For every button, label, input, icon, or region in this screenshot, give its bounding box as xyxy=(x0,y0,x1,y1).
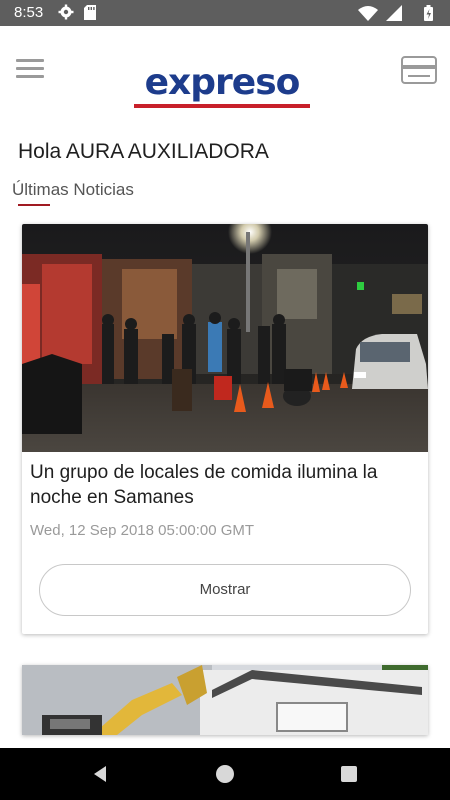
news-image[interactable] xyxy=(22,224,428,452)
show-button[interactable]: Mostrar xyxy=(39,564,411,616)
status-time: 8:53 xyxy=(14,4,44,21)
signal-icon xyxy=(386,5,402,21)
menu-icon[interactable] xyxy=(16,59,44,79)
wifi-icon xyxy=(358,6,378,21)
navigation-bar xyxy=(0,748,450,800)
battery-icon xyxy=(424,5,433,21)
logo-underline xyxy=(134,104,310,108)
news-image[interactable] xyxy=(22,665,428,735)
section-title-underline xyxy=(18,204,50,206)
app-header: expreso xyxy=(0,26,450,122)
gear-icon xyxy=(58,4,74,20)
status-system-icons xyxy=(358,5,433,21)
news-card[interactable]: Un grupo de locales de comida ilumina la… xyxy=(22,224,428,634)
news-card[interactable] xyxy=(22,665,428,735)
expreso-logo: expreso xyxy=(132,62,312,110)
section-title: Últimas Noticias xyxy=(12,180,134,199)
back-icon[interactable] xyxy=(90,764,110,784)
recents-icon[interactable] xyxy=(341,766,357,782)
status-bar: 8:53 xyxy=(0,0,450,26)
news-title[interactable]: Un grupo de locales de comida ilumina la… xyxy=(30,460,420,510)
sd-card-icon xyxy=(84,5,96,20)
greeting: Hola AURA AUXILIADORA xyxy=(18,140,269,163)
news-date: Wed, 12 Sep 2018 05:00:00 GMT xyxy=(30,522,255,539)
home-icon[interactable] xyxy=(216,765,234,783)
credit-card-icon[interactable] xyxy=(401,56,437,84)
logo-text: expreso xyxy=(144,62,301,103)
